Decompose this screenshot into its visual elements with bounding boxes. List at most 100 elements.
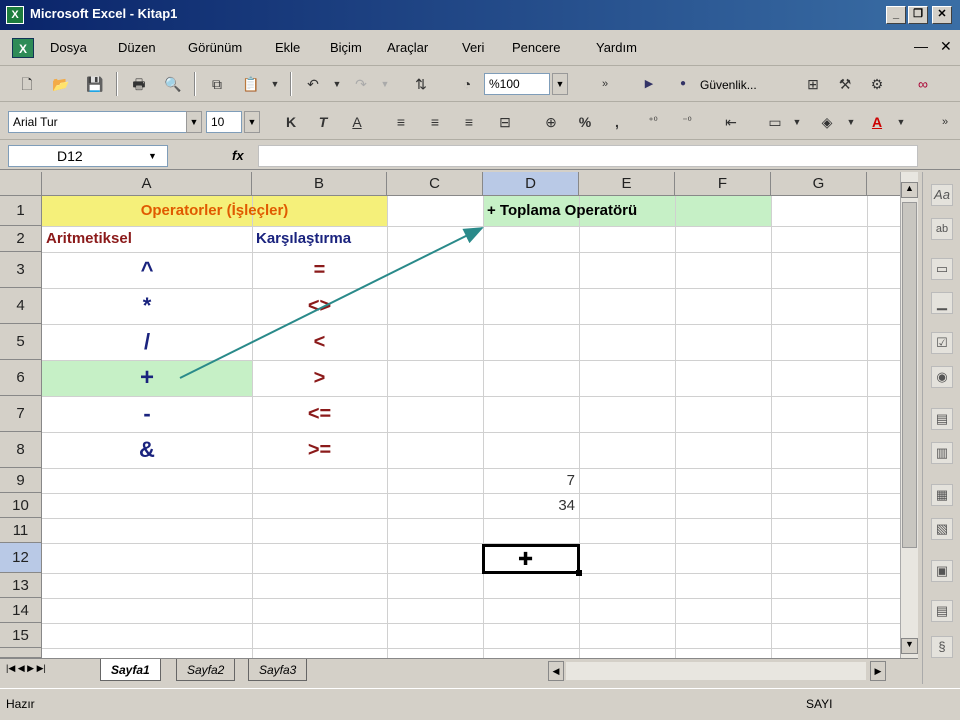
menu-veri[interactable]: Veri [462,40,484,55]
status-mode: SAYI [806,697,833,711]
chart-wizard-icon[interactable]: ◔ [456,74,478,94]
name-box[interactable]: D12 [8,145,168,167]
font-size-dropdown-icon[interactable]: ▼ [244,111,260,133]
window-title: Microsoft Excel - Kitap1 [30,6,178,21]
toolbar-separator [194,72,196,96]
new-file-icon[interactable]: 🗋 [16,74,38,94]
combo-box-icon[interactable]: ▥ [931,442,953,464]
align-left-icon[interactable]: ≡ [390,112,412,132]
tab-sayfa2[interactable]: Sayfa2 [176,659,236,681]
undo-dropdown-icon[interactable]: ▼ [326,74,348,94]
menu-duzen[interactable]: Düzen [118,40,156,55]
font-size-combo[interactable]: 10 [206,111,242,133]
text-style-icon[interactable]: Aa [931,184,953,206]
zoom-combo[interactable]: %100 [484,73,550,95]
print-preview-icon[interactable]: 🔍 [162,74,184,94]
currency-icon[interactable]: ⊕ [540,112,562,132]
doc-minimize-icon[interactable]: — [914,38,928,54]
italic-button[interactable]: T [312,112,334,132]
title-bar: X Microsoft Excel - Kitap1 _ ❐ ✕ [0,0,960,30]
undo-icon[interactable]: ↶ [302,74,324,94]
minimize-button[interactable]: _ [886,6,906,24]
tab-sayfa3[interactable]: Sayfa3 [248,659,308,681]
font-name-dropdown-icon[interactable]: ▼ [186,111,202,133]
formula-bar: D12 ▼ fx [0,142,960,170]
sheet-tab-bar: |◀ ◀ ▶ ▶| Sayfa1 Sayfa2 Sayfa3 ◀ ▶ [0,658,918,684]
formula-input[interactable] [258,145,918,167]
paste-dropdown-icon[interactable]: ▼ [264,74,286,94]
list-box-icon[interactable]: ▤ [931,408,953,430]
toolbar-options-icon[interactable]: » [594,74,616,94]
scroll-thumb[interactable] [902,202,917,548]
workbook-icon[interactable]: X [12,38,34,58]
tab-scroll-buttons-icon[interactable]: |◀ ◀ ▶ ▶| [6,663,46,674]
control-toolbox-icon[interactable]: ⚙ [866,74,888,94]
sort-ascending-icon[interactable]: ⇅ [410,74,432,94]
borders-icon[interactable]: ▭ [764,112,786,132]
fx-icon[interactable]: fx [232,148,244,163]
label-icon[interactable]: ab [931,218,953,240]
bold-button[interactable]: K [280,112,302,132]
checkbox-icon[interactable]: ☑ [931,332,953,354]
excel-icon[interactable]: X [6,6,24,24]
paste-icon[interactable]: 📋 [240,74,262,94]
properties-icon[interactable]: ▣ [931,560,953,582]
doc-close-icon[interactable]: ✕ [940,38,952,55]
visual-basic-icon[interactable]: ⊞ [802,74,824,94]
redo-icon[interactable]: ↷ [350,74,372,94]
percent-button[interactable]: % [574,112,596,132]
security-button[interactable]: Güvenlik... [700,78,757,92]
scroll-down-icon[interactable]: ▼ [901,638,918,654]
link-icon[interactable]: ∞ [912,74,934,94]
close-button[interactable]: ✕ [932,6,952,24]
tab-sayfa1[interactable]: Sayfa1 [100,659,161,681]
vertical-scrollbar[interactable]: ▲ ▼ [900,172,918,658]
scroll-up-icon[interactable]: ▲ [901,182,918,198]
menu-araclar[interactable]: Araçlar [387,40,428,55]
menu-dosya[interactable]: Dosya [50,40,87,55]
horizontal-scrollbar[interactable] [566,662,866,680]
drawing-toolbar: Aa ab ▭ ▁ ☑ ◉ ▤ ▥ ▦ ▧ ▣ ▤ § [922,172,960,684]
toolbar-options-icon[interactable]: » [934,112,956,132]
underline-button[interactable]: A [346,112,368,132]
menu-gorunum[interactable]: Görünüm [188,40,242,55]
redo-dropdown-icon[interactable]: ▼ [374,74,396,94]
increase-decimal-icon[interactable]: ⁺⁰ [642,112,664,132]
decrease-decimal-icon[interactable]: ⁻⁰ [676,112,698,132]
font-color-dropdown-icon[interactable]: ▼ [890,112,912,132]
comma-button[interactable]: , [606,112,628,132]
save-icon[interactable]: 💾 [84,74,106,94]
indent-icon[interactable]: ⇤ [720,112,742,132]
print-icon[interactable]: 🖶 [128,74,150,94]
menu-ekle[interactable]: Ekle [275,40,300,55]
scroll-left-icon[interactable]: ◀ [548,661,564,681]
copy-icon[interactable]: ⧉ [206,74,228,94]
borders-dropdown-icon[interactable]: ▼ [786,112,808,132]
option-button-icon[interactable]: ◉ [931,366,953,388]
edit-code-icon[interactable]: ▤ [931,600,953,622]
menu-pencere[interactable]: Pencere [512,40,560,55]
font-color-icon[interactable]: A [866,112,888,132]
record-icon[interactable]: ● [672,74,694,94]
toggle-grid-icon[interactable]: § [931,636,953,658]
restore-button[interactable]: ❐ [908,6,928,24]
menu-yardim[interactable]: Yardım [596,40,637,55]
scroll-right-icon[interactable]: ▶ [870,661,886,681]
group-box-icon[interactable]: ▭ [931,258,953,280]
play-icon[interactable]: ▶ [638,74,660,94]
align-center-icon[interactable]: ≡ [424,112,446,132]
fill-color-icon[interactable]: ◈ [816,112,838,132]
spinner-icon[interactable]: ▧ [931,518,953,540]
fill-color-dropdown-icon[interactable]: ▼ [840,112,862,132]
tools-icon[interactable]: ⚒ [834,74,856,94]
worksheet-grid[interactable]: A B C D E F G 1 2 3 4 5 6 7 8 9 10 11 12… [0,172,900,658]
open-folder-icon[interactable]: 📂 [50,74,72,94]
merge-center-icon[interactable]: ⊟ [494,112,516,132]
name-box-dropdown-icon[interactable]: ▼ [148,151,157,161]
scroll-bar-control-icon[interactable]: ▦ [931,484,953,506]
button-icon[interactable]: ▁ [931,292,953,314]
font-name-combo[interactable]: Arial Tur [8,111,188,133]
menu-bicim[interactable]: Biçim [330,40,362,55]
align-right-icon[interactable]: ≡ [458,112,480,132]
zoom-dropdown-icon[interactable]: ▼ [552,73,568,95]
